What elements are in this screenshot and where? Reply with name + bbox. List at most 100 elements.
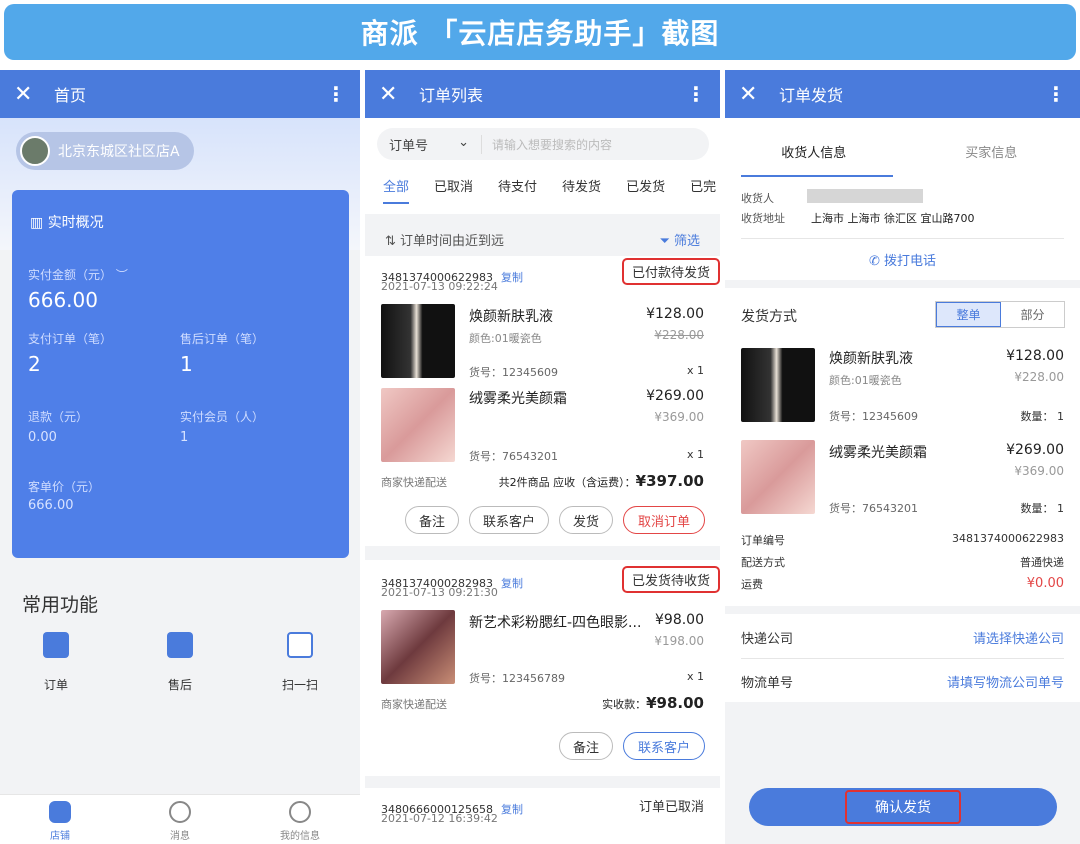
tab-completed[interactable]: 已完: [690, 176, 716, 195]
product-image: [741, 348, 815, 422]
product-sku: 货号：123456789: [469, 672, 565, 685]
tab-pending-ship[interactable]: 待发货: [562, 176, 601, 195]
order-time: 2021-07-12 16:39:42: [381, 812, 498, 825]
product-name: 绒雾柔光美颜霜: [829, 445, 927, 461]
filter-button[interactable]: ⏷ 筛选: [659, 230, 700, 249]
user-icon: [289, 801, 311, 823]
common-functions-title: 常用功能: [22, 594, 99, 616]
order-card: 3481374000622983 复制 2021-07-13 09:22:24 已…: [365, 256, 720, 546]
product-name: 新艺术彩粉腮红-四色眼影...: [469, 615, 642, 631]
tab-cancelled[interactable]: 已取消: [434, 176, 473, 195]
page-title: 首页: [54, 86, 87, 105]
order-summary: 实收款：¥98.00: [602, 694, 704, 712]
page-banner: 商派 「云店店务助手」截图: [4, 4, 1076, 60]
tab-underline: [383, 202, 409, 204]
product-name: 绒雾柔光美颜霜: [469, 391, 567, 407]
order-list-screen: ✕ 订单列表 ⋮ 订单号 ⌄ 请输入想要搜索的内容 全部 已取消 待支付 待发货 …: [365, 70, 720, 844]
members-value: 1: [180, 430, 189, 445]
tab-all[interactable]: 全部: [383, 176, 409, 195]
func-scan[interactable]: 扫一扫: [260, 632, 340, 693]
order-time: 2021-07-13 09:21:30: [381, 586, 498, 599]
tracking-row[interactable]: 物流单号 请填写物流公司单号: [741, 672, 1064, 691]
contact-customer-button[interactable]: 联系客户: [469, 506, 549, 534]
members-label: 实付会员（人）: [180, 410, 265, 424]
receiver-redacted: [807, 189, 923, 203]
address-label: 收货地址: [741, 212, 785, 225]
confirm-ship-button[interactable]: 确认发货: [749, 788, 1057, 826]
top-bar: ✕ 订单发货 ⋮: [725, 70, 1080, 118]
tab-underline: [741, 175, 893, 177]
note-button[interactable]: 备注: [559, 732, 613, 760]
call-button[interactable]: ✆ 拨打电话: [725, 250, 1080, 269]
cancel-order-button[interactable]: 取消订单: [623, 506, 705, 534]
sort-toggle[interactable]: ⇅ 订单时间由近到远: [385, 230, 504, 249]
product-image[interactable]: [381, 610, 455, 684]
copy-button[interactable]: 复制: [501, 577, 523, 590]
phone-icon: ✆: [868, 254, 880, 269]
tab-store[interactable]: 店铺: [0, 795, 120, 844]
ship-mode-toggle: 整单 部分: [935, 301, 1065, 328]
product-price: ¥98.00: [655, 612, 704, 628]
copy-button[interactable]: 复制: [501, 271, 523, 284]
product-qty: 数量： 1: [1020, 502, 1065, 515]
sort-bar: ⇅ 订单时间由近到远 ⏷ 筛选: [365, 222, 720, 256]
product-price: ¥128.00: [646, 306, 704, 322]
exchange-icon: [167, 632, 193, 658]
tab-buyer[interactable]: 买家信息: [903, 142, 1080, 161]
original-price: ¥369.00: [654, 410, 704, 424]
express-row[interactable]: 快递公司 请选择快递公司: [741, 628, 1064, 647]
copy-button[interactable]: 复制: [501, 803, 523, 816]
partial-option[interactable]: 部分: [1001, 302, 1064, 327]
scan-icon: [287, 632, 313, 658]
order-summary: 共2件商品 应收（含运费）：¥397.00: [498, 472, 704, 490]
search-input[interactable]: 请输入想要搜索的内容: [482, 136, 612, 153]
product-sku: 货号：76543201: [469, 450, 558, 463]
contact-customer-button[interactable]: 联系客户: [623, 732, 705, 760]
original-price: ¥228.00: [654, 328, 704, 342]
order-total: ¥397.00: [635, 472, 704, 490]
original-price: ¥198.00: [654, 634, 704, 648]
freight-row: 运费 ¥0.00: [741, 576, 1064, 591]
tab-receiver[interactable]: 收货人信息: [725, 142, 903, 161]
refund-value: 0.00: [28, 430, 57, 445]
tab-profile[interactable]: 我的信息: [240, 795, 360, 844]
eye-closed-icon[interactable]: ︶: [116, 268, 128, 282]
pay-orders-label: 支付订单（笔）: [28, 332, 113, 346]
sort-icon: ⇅: [385, 233, 396, 249]
func-orders[interactable]: 订单: [16, 632, 96, 693]
search-bar: 订单号 ⌄ 请输入想要搜索的内容: [377, 128, 709, 160]
tab-pending-pay[interactable]: 待支付: [498, 176, 537, 195]
delivery-row: 配送方式 普通快递: [741, 556, 1064, 569]
note-button[interactable]: 备注: [405, 506, 459, 534]
product-qty: x 1: [686, 364, 704, 377]
message-icon: [169, 801, 191, 823]
more-icon[interactable]: ⋮: [686, 82, 706, 106]
chevron-down-icon: ⌄: [458, 134, 469, 150]
func-after-sale[interactable]: 售后: [140, 632, 220, 693]
more-icon[interactable]: ⋮: [1046, 82, 1066, 106]
overview-title: ▥ 实时概况: [30, 215, 104, 231]
more-icon[interactable]: ⋮: [326, 82, 346, 106]
search-field-select[interactable]: 订单号 ⌄: [377, 134, 482, 154]
overview-card: ▥ 实时概况 实付金额（元） ︶ 666.00 支付订单（笔） 2 售后订单（笔…: [12, 190, 349, 558]
bottom-tab-bar: 店铺 消息 我的信息: [0, 794, 360, 844]
paid-label: 实付金额（元） ︶: [28, 268, 128, 282]
product-image[interactable]: [381, 388, 455, 462]
close-icon[interactable]: ✕: [739, 82, 767, 107]
product-qty: x 1: [686, 670, 704, 683]
product-price: ¥128.00: [1006, 348, 1064, 364]
product-name: 焕颜新肤乳液: [469, 309, 553, 325]
status-tabs: 全部 已取消 待支付 待发货 已发货 已完: [365, 176, 720, 195]
ship-order-screen: ✕ 订单发货 ⋮ 收货人信息 买家信息 收货人 收货地址 上海市 上海市 徐汇区…: [725, 70, 1080, 844]
close-icon[interactable]: ✕: [14, 82, 42, 107]
ship-button[interactable]: 发货: [559, 506, 613, 534]
store-name: 北京东城区社区店A: [58, 144, 180, 160]
close-icon[interactable]: ✕: [379, 82, 407, 107]
product-variant: 颜色:01暖瓷色: [829, 374, 902, 387]
whole-order-option[interactable]: 整单: [936, 302, 1001, 327]
product-image[interactable]: [381, 304, 455, 378]
store-selector[interactable]: 北京东城区社区店A: [16, 132, 194, 170]
tab-shipped[interactable]: 已发货: [626, 176, 665, 195]
receiver-label: 收货人: [741, 192, 774, 205]
tab-messages[interactable]: 消息: [120, 795, 240, 844]
